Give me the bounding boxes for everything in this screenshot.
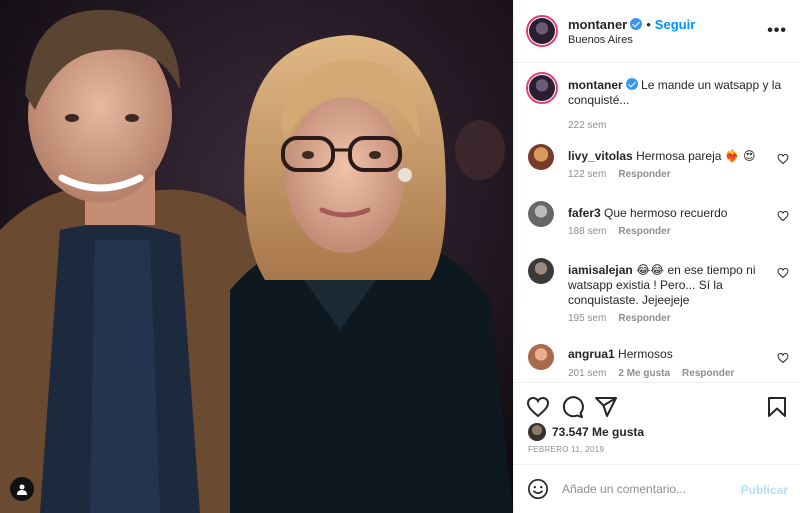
- caption: montaner Le mande un watsapp y la conqui…: [514, 72, 800, 132]
- verified-icon: [625, 78, 638, 90]
- commenter-avatar[interactable]: [528, 144, 554, 170]
- comment-input[interactable]: [562, 479, 732, 499]
- reply-button[interactable]: Responder: [618, 313, 670, 324]
- caption-meta: 222 sem: [568, 120, 618, 131]
- comment-likes[interactable]: 2 Me gusta: [618, 368, 670, 379]
- tag-user-icon: [17, 484, 27, 495]
- caption-username[interactable]: montaner: [568, 78, 623, 92]
- commenter-avatar[interactable]: [528, 201, 554, 227]
- comment-icon[interactable]: [560, 395, 584, 419]
- comment-username[interactable]: angrua1: [568, 347, 615, 361]
- heart-icon[interactable]: [777, 210, 789, 222]
- author-username[interactable]: montaner: [568, 17, 627, 32]
- reply-button[interactable]: Responder: [618, 169, 670, 180]
- heart-icon[interactable]: [777, 267, 789, 279]
- comment-text: fafer3 Que hermoso recuerdo: [568, 206, 771, 221]
- post-date[interactable]: Febrero 11, 2019: [528, 445, 604, 454]
- comment-text: angrua1 Hermosos: [568, 347, 771, 362]
- tag-user-button[interactable]: [10, 477, 34, 501]
- comment-time[interactable]: 122 sem: [568, 169, 606, 180]
- comment-meta: 201 sem 2 Me gusta Responder: [568, 368, 746, 379]
- comment-username[interactable]: livy_vitolas: [568, 149, 633, 163]
- comment-time[interactable]: 201 sem: [568, 368, 606, 379]
- comment-username[interactable]: iamisalejan: [568, 263, 633, 277]
- heart-icon[interactable]: [777, 153, 789, 165]
- caption-text: montaner Le mande un watsapp y la conqui…: [568, 78, 787, 108]
- reply-button[interactable]: Responder: [682, 368, 734, 379]
- caption-time[interactable]: 222 sem: [568, 120, 606, 131]
- likes-count[interactable]: 73.547 Me gusta: [552, 425, 644, 439]
- author-avatar[interactable]: [526, 15, 558, 47]
- post-location[interactable]: Buenos Aires: [568, 34, 633, 46]
- comment-item: angrua1 Hermosos 201 sem 2 Me gusta Respon…: [514, 344, 800, 382]
- comment-meta: 195 sem Responder: [568, 313, 683, 324]
- comment-item: fafer3 Que hermoso recuerdo 188 sem Respo…: [514, 201, 800, 251]
- publish-button[interactable]: Publicar: [741, 483, 788, 497]
- more-options-icon[interactable]: •••: [767, 22, 787, 40]
- like-heart-icon[interactable]: [526, 395, 550, 419]
- comment-composer: Publicar: [514, 464, 800, 513]
- liker-avatar[interactable]: [528, 423, 546, 441]
- reply-button[interactable]: Responder: [618, 226, 670, 237]
- heart-icon[interactable]: [777, 352, 789, 364]
- author-line: montaner • Seguir: [568, 16, 695, 34]
- comment-time[interactable]: 188 sem: [568, 226, 606, 237]
- comment-body: Hermosa pareja ❤️‍🔥 😍: [636, 149, 756, 163]
- comment-meta: 188 sem Responder: [568, 226, 683, 237]
- emoji-icon[interactable]: [527, 478, 549, 500]
- separator: •: [646, 17, 651, 32]
- comment-text: iamisalejan 😂😂 en ese tiempo ni watsapp …: [568, 263, 771, 308]
- follow-button[interactable]: Seguir: [655, 17, 695, 32]
- post-image: [0, 0, 513, 513]
- comment-item: livy_vitolas Hermosa pareja ❤️‍🔥 😍 122 s…: [514, 144, 800, 194]
- caption-avatar[interactable]: [526, 72, 558, 104]
- comment-text: livy_vitolas Hermosa pareja ❤️‍🔥 😍: [568, 149, 771, 164]
- comment-body: Hermosos: [618, 347, 673, 361]
- post-header: montaner • Seguir Buenos Aires •••: [514, 0, 800, 63]
- verified-icon: [630, 18, 643, 30]
- commenter-avatar[interactable]: [528, 344, 554, 370]
- post-details-panel: montaner • Seguir Buenos Aires ••• montane…: [513, 0, 800, 513]
- comment-body: Que hermoso recuerdo: [604, 206, 728, 220]
- save-icon[interactable]: [765, 395, 789, 419]
- comment-item: iamisalejan 😂😂 en ese tiempo ni watsapp …: [514, 258, 800, 338]
- share-icon[interactable]: [594, 395, 618, 419]
- commenter-avatar[interactable]: [528, 258, 554, 284]
- action-bar: 73.547 Me gusta Febrero 11, 2019: [514, 382, 800, 464]
- comment-time[interactable]: 195 sem: [568, 313, 606, 324]
- post-photo[interactable]: [0, 0, 513, 513]
- comment-meta: 122 sem Responder: [568, 169, 683, 180]
- comment-username[interactable]: fafer3: [568, 206, 601, 220]
- comments-list[interactable]: montaner Le mande un watsapp y la conqui…: [514, 64, 800, 382]
